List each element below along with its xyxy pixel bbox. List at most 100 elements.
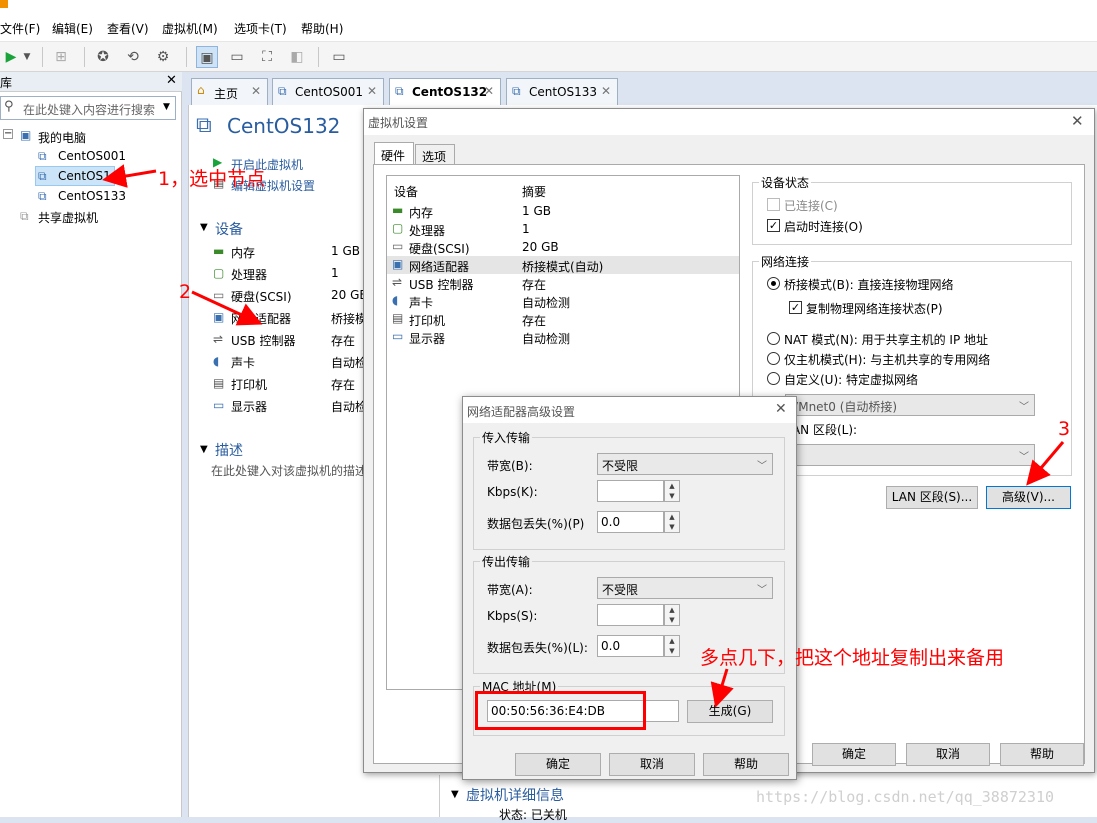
tab-options[interactable]: 选项 (415, 144, 455, 165)
close-icon[interactable]: ✕ (484, 84, 494, 98)
snapshot-icon[interactable]: ✪ (92, 46, 114, 68)
hw-name[interactable]: 打印机 (409, 312, 445, 329)
tab-centos132[interactable]: ⧉ CentOS132 ✕ (389, 78, 501, 105)
tab-centos133[interactable]: ⧉ CentOS133 ✕ (506, 78, 618, 105)
hw-name[interactable]: 处理器 (409, 222, 445, 239)
description-placeholder[interactable]: 在此处键入对该虚拟机的描述 (211, 462, 365, 479)
divider (439, 775, 440, 817)
hw-name[interactable]: 内存 (409, 204, 433, 221)
column-header-device[interactable]: 设备 (394, 183, 418, 200)
outgoing-bandwidth-select[interactable]: 不受限 ﹀ (597, 577, 773, 599)
tree-root-my-computer[interactable]: 我的电脑 (38, 129, 86, 146)
close-icon[interactable]: ✕ (166, 73, 177, 88)
collapse-icon[interactable]: − (3, 129, 13, 139)
lan-segments-button[interactable]: LAN 区段(S)... (886, 486, 978, 509)
close-icon[interactable]: ✕ (775, 401, 787, 417)
ok-button[interactable]: 确定 (515, 753, 601, 776)
unity-icon[interactable]: ◧ (286, 46, 308, 68)
show-library-icon[interactable]: ▣ (196, 46, 218, 68)
library-search-input[interactable]: ⚲ 在此处键入内容进行搜索 ▼ (0, 96, 176, 120)
snapshot-manager-icon[interactable]: ⚙ (152, 46, 174, 68)
device-name[interactable]: 声卡 (231, 354, 255, 371)
spinner-icon[interactable]: ▲ ▼ (664, 635, 680, 657)
incoming-bandwidth-select[interactable]: 不受限 ﹀ (597, 453, 773, 475)
tree-item-centos132[interactable]: CentOS1 (58, 169, 111, 183)
tree-item-centos133[interactable]: CentOS133 (58, 189, 126, 203)
hw-name[interactable]: 网络适配器 (409, 258, 469, 275)
column-header-summary[interactable]: 摘要 (522, 183, 546, 200)
connected-checkbox[interactable] (767, 198, 780, 211)
help-button[interactable]: 帮助 (703, 753, 789, 776)
highlight-box (475, 691, 646, 730)
console-view-icon[interactable]: ▭ (328, 46, 350, 68)
host-only-label: 仅主机模式(H): 与主机共享的专用网络 (784, 353, 991, 367)
replicate-state-checkbox[interactable]: ✓ (789, 301, 802, 314)
incoming-kbps-input[interactable] (597, 480, 664, 502)
outgoing-kbps-input[interactable] (597, 604, 664, 626)
close-icon[interactable]: ✕ (1071, 112, 1084, 130)
close-icon[interactable]: ✕ (251, 84, 261, 98)
nat-radio[interactable] (767, 332, 780, 345)
network-icon[interactable]: ⊞ (50, 46, 72, 68)
cancel-button[interactable]: 取消 (906, 743, 990, 766)
advanced-button[interactable]: 高级(V)... (986, 486, 1071, 509)
bridged-radio[interactable] (767, 277, 780, 290)
device-name[interactable]: 处理器 (231, 266, 267, 283)
menu-tabs[interactable]: 选项卡(T) (234, 20, 287, 37)
cancel-button[interactable]: 取消 (609, 753, 695, 776)
toolbar-separator (318, 47, 319, 67)
generate-mac-button[interactable]: 生成(G) (687, 700, 773, 723)
menu-view[interactable]: 查看(V) (107, 20, 149, 37)
tab-home[interactable]: ⌂ 主页 ✕ (191, 78, 268, 105)
menu-vm[interactable]: 虚拟机(M) (162, 20, 218, 37)
hw-name[interactable]: 显示器 (409, 330, 445, 347)
revert-snapshot-icon[interactable]: ⟲ (122, 46, 144, 68)
advanced-label: 高级(V)... (1001, 490, 1056, 504)
collapse-arrow-icon[interactable]: ▼ (200, 444, 208, 455)
spinner-icon[interactable]: ▲ ▼ (664, 480, 680, 502)
incoming-loss-input[interactable]: 0.0 (597, 511, 664, 533)
lan-segment-select[interactable]: ﹀ (785, 444, 1035, 466)
display-icon: ▭ (213, 398, 225, 412)
spinner-icon[interactable]: ▲ ▼ (664, 511, 680, 533)
menu-bar: 文件(F) 编辑(E) 查看(V) 虚拟机(M) 选项卡(T) 帮助(H) (0, 14, 1097, 42)
help-label: 帮助 (733, 757, 758, 771)
collapse-arrow-icon[interactable]: ▼ (200, 222, 208, 233)
tree-item-centos001[interactable]: CentOS001 (58, 149, 126, 163)
spinner-icon[interactable]: ▲ ▼ (664, 604, 680, 626)
device-name[interactable]: 内存 (231, 244, 255, 261)
device-name[interactable]: 打印机 (231, 376, 267, 393)
chevron-down-icon: ﹀ (757, 585, 767, 596)
device-name[interactable]: 硬盘(SCSI) (231, 288, 292, 305)
library-title: 库 (0, 76, 13, 90)
device-name[interactable]: 网络适配器 (231, 310, 291, 327)
device-name[interactable]: 显示器 (231, 398, 267, 415)
network-connection-heading: 网络连接 (759, 253, 812, 270)
connect-at-power-on-checkbox[interactable]: ✓ (767, 219, 780, 232)
close-icon[interactable]: ✕ (601, 84, 611, 98)
hw-name[interactable]: 声卡 (409, 294, 433, 311)
tree-shared-vms[interactable]: 共享虚拟机 (38, 209, 98, 226)
menu-edit[interactable]: 编辑(E) (52, 20, 93, 37)
tab-centos001[interactable]: ⧉ CentOS001 ✕ (272, 78, 384, 105)
menu-file[interactable]: 文件(F) (0, 20, 40, 37)
device-name[interactable]: USB 控制器 (231, 332, 295, 349)
ok-button[interactable]: 确定 (812, 743, 896, 766)
custom-radio[interactable] (767, 372, 780, 385)
hw-name[interactable]: USB 控制器 (409, 276, 473, 293)
collapse-arrow-icon[interactable]: ▼ (451, 789, 459, 800)
thumbnail-bar-icon[interactable]: ▭ (226, 46, 248, 68)
tab-hardware[interactable]: 硬件 (374, 142, 414, 165)
vmnet-select[interactable]: VMnet0 (自动桥接) ﹀ (785, 394, 1035, 416)
help-button[interactable]: 帮助 (1000, 743, 1084, 766)
outgoing-loss-input[interactable]: 0.0 (597, 635, 664, 657)
chevron-down-icon[interactable]: ▼ (163, 102, 170, 112)
fullscreen-icon[interactable]: ⛶ (256, 46, 278, 68)
host-only-radio[interactable] (767, 352, 780, 365)
menu-help[interactable]: 帮助(H) (301, 20, 343, 37)
close-icon[interactable]: ✕ (367, 84, 377, 98)
power-dropdown-icon[interactable]: ▼ (16, 46, 38, 68)
disk-icon: ▭ (213, 288, 225, 302)
outgoing-bandwidth-value: 不受限 (602, 583, 639, 597)
hw-name[interactable]: 硬盘(SCSI) (409, 240, 470, 257)
